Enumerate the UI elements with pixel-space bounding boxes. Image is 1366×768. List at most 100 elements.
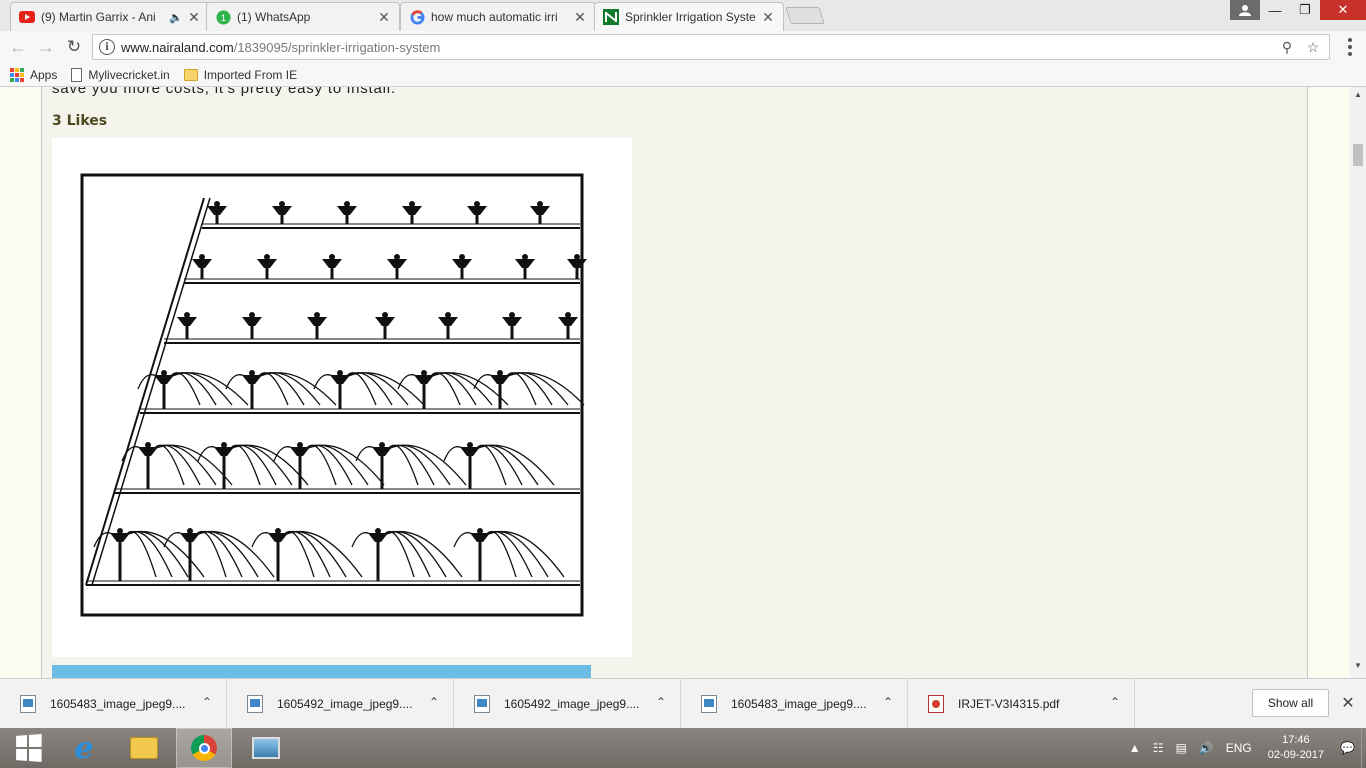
browser-toolbar: ← → ↻ i www.nairaland.com/1839095/sprink…: [0, 31, 1366, 63]
tab-google[interactable]: how much automatic irri ✕: [400, 2, 596, 31]
blue-banner: [52, 665, 591, 678]
url-path: /1839095/sprinkler-irrigation-system: [233, 39, 441, 55]
close-tab-icon[interactable]: ✕: [761, 9, 775, 26]
bookmark-star-icon[interactable]: ☆: [1303, 39, 1323, 56]
photos-icon: [252, 737, 280, 759]
youtube-icon: [19, 9, 35, 25]
download-name: IRJET-V3I4315.pdf: [958, 696, 1060, 711]
taskbar-chrome[interactable]: [176, 728, 232, 768]
image-file-icon: [20, 694, 36, 713]
url-host: www.nairaland.com: [121, 39, 234, 55]
url-text[interactable]: www.nairaland.com/1839095/sprinkler-irri…: [121, 40, 1271, 55]
pdf-file-icon: [928, 694, 944, 713]
close-tab-icon[interactable]: ✕: [573, 9, 587, 26]
bookmark-label: Imported From IE: [203, 67, 298, 82]
start-button[interactable]: [0, 728, 56, 768]
tab-title: (1) WhatsApp: [237, 10, 311, 24]
display-icon[interactable]: ▤: [1175, 741, 1186, 755]
apps-grid-icon: [10, 67, 24, 82]
bookmark-mylivecricket[interactable]: Mylivecricket.in: [71, 67, 170, 82]
download-name: 1605492_image_jpeg9....: [504, 696, 640, 711]
forward-arrow-icon[interactable]: →: [32, 37, 60, 58]
download-item[interactable]: 1605483_image_jpeg9.... ⌃: [0, 678, 227, 729]
taskbar-file-explorer[interactable]: [116, 728, 172, 768]
close-shelf-icon[interactable]: ✕: [1338, 693, 1358, 713]
bookmark-label: Mylivecricket.in: [88, 67, 170, 82]
zoom-icon[interactable]: ⚲: [1277, 39, 1297, 56]
folder-icon: [183, 68, 198, 81]
chevron-up-icon[interactable]: ⌃: [656, 695, 666, 709]
chevron-up-icon[interactable]: ▲: [1129, 741, 1141, 755]
tab-title: Sprinkler Irrigation Syste: [625, 10, 756, 24]
svg-text:1: 1: [220, 12, 225, 22]
close-window-icon[interactable]: ✕: [1320, 0, 1366, 20]
download-name: 1605483_image_jpeg9....: [731, 696, 867, 711]
page-viewport: save you more costs, it's pretty easy to…: [0, 87, 1350, 678]
notification-icon[interactable]: 💬: [1340, 741, 1355, 755]
show-desktop-button[interactable]: [1361, 728, 1366, 768]
back-arrow-icon[interactable]: ←: [4, 37, 32, 58]
image-file-icon: [701, 694, 717, 713]
windows-taskbar: e ▲ ☷ ▤ 🔊 ENG 17:46 02-09-2017 💬: [0, 728, 1366, 768]
tab-strip: (9) Martin Garrix - Ani 🔈 ✕ 1 (1) WhatsA…: [0, 0, 1366, 31]
download-name: 1605483_image_jpeg9....: [50, 696, 186, 711]
scroll-down-arrow-icon[interactable]: ▼: [1350, 661, 1366, 675]
chevron-up-icon[interactable]: ⌃: [883, 695, 893, 709]
speaker-icon[interactable]: 🔈: [169, 11, 183, 24]
scroll-up-arrow-icon[interactable]: ▲: [1350, 90, 1366, 104]
window-controls: — ❐ ✕: [1230, 0, 1366, 20]
reload-icon[interactable]: ↻: [60, 37, 88, 57]
download-item[interactable]: 1605492_image_jpeg9.... ⌃: [227, 678, 454, 729]
chrome-icon: [191, 735, 217, 761]
restore-icon[interactable]: ❐: [1290, 0, 1320, 20]
tab-youtube[interactable]: (9) Martin Garrix - Ani 🔈 ✕: [10, 2, 210, 31]
close-tab-icon[interactable]: ✕: [187, 9, 201, 26]
clock[interactable]: 17:46 02-09-2017: [1268, 733, 1324, 763]
minimize-icon[interactable]: —: [1260, 0, 1290, 20]
chevron-up-icon[interactable]: ⌃: [1110, 695, 1120, 709]
bookmark-apps[interactable]: Apps: [10, 67, 58, 82]
address-bar[interactable]: i www.nairaland.com/1839095/sprinkler-ir…: [92, 34, 1330, 60]
system-tray: ▲ ☷ ▤ 🔊 ENG 17:46 02-09-2017 💬: [1123, 728, 1366, 768]
download-item[interactable]: 1605483_image_jpeg9.... ⌃: [681, 678, 908, 729]
download-shelf: 1605483_image_jpeg9.... ⌃ 1605492_image_…: [0, 678, 1366, 729]
bookmarks-bar: Apps Mylivecricket.in Imported From IE: [0, 63, 1366, 87]
download-item[interactable]: IRJET-V3I4315.pdf ⌃: [908, 678, 1135, 729]
post-text: save you more costs, it's pretty easy to…: [52, 87, 396, 97]
tab-nairaland[interactable]: Sprinkler Irrigation Syste ✕: [594, 2, 784, 31]
bookmark-imported-from-ie[interactable]: Imported From IE: [183, 67, 298, 82]
image-file-icon: [247, 694, 263, 713]
download-item[interactable]: 1605492_image_jpeg9.... ⌃: [454, 678, 681, 729]
page-icon: [71, 67, 83, 82]
windows-logo-icon: [16, 734, 42, 762]
sprinkler-irrigation-diagram[interactable]: [52, 138, 632, 657]
taskbar-internet-explorer[interactable]: e: [56, 728, 112, 768]
nairaland-icon: [603, 9, 619, 25]
chevron-up-icon[interactable]: ⌃: [202, 695, 212, 709]
file-explorer-icon: [130, 737, 158, 759]
tab-whatsapp[interactable]: 1 (1) WhatsApp ✕: [206, 2, 400, 31]
scroll-thumb[interactable]: [1353, 144, 1363, 166]
language-indicator[interactable]: ENG: [1226, 741, 1252, 755]
show-all-button[interactable]: Show all: [1252, 689, 1329, 717]
new-tab-button[interactable]: [785, 7, 825, 24]
close-tab-icon[interactable]: ✕: [377, 9, 391, 26]
google-icon: [409, 9, 425, 25]
user-profile-icon[interactable]: [1230, 0, 1260, 20]
volume-icon[interactable]: 🔊: [1199, 741, 1214, 755]
likes-count[interactable]: 3 Likes: [52, 113, 107, 129]
bookmark-label: Apps: [30, 67, 58, 82]
whatsapp-icon: 1: [215, 9, 231, 25]
clock-date: 02-09-2017: [1267, 749, 1325, 761]
taskbar-photos[interactable]: [238, 728, 294, 768]
clock-time: 17:46: [1282, 734, 1310, 746]
menu-icon[interactable]: [1342, 37, 1358, 57]
download-name: 1605492_image_jpeg9....: [277, 696, 413, 711]
tab-title: how much automatic irri: [431, 10, 558, 24]
vertical-scrollbar[interactable]: ▲ ▼: [1350, 87, 1366, 678]
tab-title: (9) Martin Garrix - Ani: [41, 10, 156, 24]
info-icon[interactable]: i: [99, 39, 115, 55]
network-icon[interactable]: ☷: [1153, 741, 1164, 755]
image-file-icon: [474, 694, 490, 713]
chevron-up-icon[interactable]: ⌃: [429, 695, 439, 709]
